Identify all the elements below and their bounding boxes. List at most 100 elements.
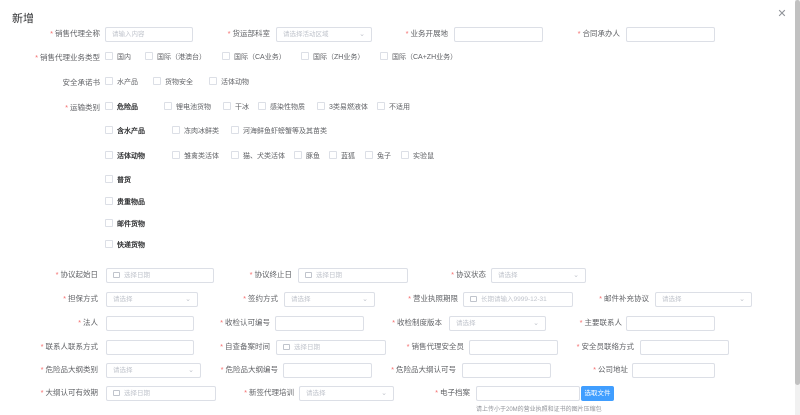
outline-valid-date[interactable]: 选择日期 [106,386,216,401]
safety-commitment-label: 安全承诺书 [62,78,101,87]
guarantee-label: * 担保方式 [63,294,98,303]
transport-dangerous[interactable]: 危险品 [105,102,138,114]
dangerous-lithium[interactable]: 锂电池货物 [164,102,211,114]
agreement-status-label: * 协议状态 [451,270,486,279]
aquatic-frozen-meat[interactable]: 冻肉冰鲜类 [172,126,219,138]
mail-supplement-label: * 邮件补充协议 [599,294,649,303]
dg-cert-label: * 危险品大纲认可号 [391,365,456,374]
chevron-down-icon: ⌄ [185,296,191,303]
dangerous-flammable[interactable]: 3类易燃液体 [317,102,368,114]
agreement-end-date[interactable]: 选择日期 [298,268,408,283]
live-cats-dogs[interactable]: 猫、犬类活体 [231,151,285,163]
agreement-start-label: * 协议起始日 [55,270,98,279]
scrollbar-thumb[interactable] [795,0,800,385]
calendar-icon [113,272,120,278]
sign-method-select[interactable]: 请选择 ⌄ [284,292,375,307]
aquatic-seafood[interactable]: 河海鲜鱼虾螃蟹等及其苗类 [231,126,327,138]
legal-person-input[interactable] [106,316,194,331]
sign-method-label: * 签约方式 [243,294,278,303]
e-archive-label: * 电子档案 [435,388,470,397]
training-select[interactable]: 请选择 ⌄ [299,386,394,401]
dangerous-infectious[interactable]: 感染性物质 [258,102,305,114]
transport-aquatic[interactable]: 含水产品 [105,126,145,138]
choose-file-button[interactable]: 选取文件 [581,386,614,401]
mail-supplement-select[interactable]: 请选择 ⌄ [655,292,752,307]
scrollbar[interactable] [795,0,800,415]
dialog-title: 新增 [12,13,34,25]
live-guinea-pig[interactable]: 豚鱼 [294,151,320,163]
safety-contact-label: * 安全员联络方式 [576,342,634,351]
chevron-down-icon: ⌄ [533,320,539,327]
dg-no-input[interactable] [283,363,372,378]
main-contact-label: * 主要联系人 [579,318,622,327]
self-check-time-label: * 自查备案时间 [220,342,270,351]
live-rabbit[interactable]: 兔子 [365,151,391,163]
license-period-label: * 营业执照期限 [408,294,458,303]
live-poultry[interactable]: 雏禽类活体 [172,151,219,163]
transport-express[interactable]: 快递货物 [105,240,145,252]
chevron-down-icon: ⌄ [739,296,745,303]
live-lab-mouse[interactable]: 实验鼠 [401,151,434,163]
business-area-input[interactable] [454,27,543,42]
calendar-icon [113,390,120,396]
cert-no-input[interactable] [275,316,364,331]
freight-dept-label: * 货运部科室 [227,29,270,38]
chevron-down-icon: ⌄ [362,296,368,303]
dg-category-select[interactable]: 请选择 ⌄ [106,363,201,378]
transport-mail[interactable]: 邮件货物 [105,219,145,231]
dg-category-label: * 危险品大纲类别 [40,365,98,374]
safety-contact-input[interactable] [640,340,729,355]
business-type-hkmt[interactable]: 国际（港澳台） [145,52,206,64]
commitment-aquatic[interactable]: 水产品 [105,77,138,89]
license-period-date[interactable]: 长期请输入9999-12-31 [463,292,573,307]
transport-valuable[interactable]: 贵重物品 [105,197,145,209]
address-label: * 公司地址 [593,365,628,374]
system-version-select[interactable]: 请选择 ⌄ [449,316,546,331]
chevron-down-icon: ⌄ [188,367,194,374]
main-contact-input[interactable] [626,316,715,331]
cert-no-label: * 收检认可编号 [220,318,270,327]
commitment-live[interactable]: 活体动物 [209,77,249,89]
close-icon[interactable]: ✕ [776,8,788,20]
chevron-down-icon: ⌄ [573,272,579,279]
full-name-input[interactable]: 请输入内容 [105,27,193,42]
business-type-ca[interactable]: 国际（CA业务） [222,52,286,64]
training-label: * 新签代理培训 [244,388,294,397]
freight-dept-select[interactable]: 请选择活动区域 ⌄ [276,27,372,42]
live-blue-fox[interactable]: 蓝狐 [329,151,355,163]
chevron-down-icon: ⌄ [381,390,387,397]
business-area-label: * 业务开展地 [405,29,448,38]
contact-method-input[interactable] [106,340,194,355]
agreement-status-select[interactable]: 请选择 ⌄ [491,268,586,283]
commitment-cargo[interactable]: 货物安全 [153,77,193,89]
contract-undertaker-label: * 合同承办人 [577,29,620,38]
calendar-icon [283,344,290,350]
dg-no-label: * 危险品大纲编号 [220,365,278,374]
full-name-label: * 销售代理全称 [50,29,100,38]
transport-general[interactable]: 普货 [105,175,131,187]
e-archive-file-input[interactable] [476,386,580,401]
calendar-icon [470,296,477,302]
safety-officer-label: * 销售代理安全员 [406,342,464,351]
chevron-down-icon: ⌄ [359,31,365,38]
system-version-label: * 收检制度版本 [392,318,442,327]
business-type-label: * 销售代理业务类型 [35,53,100,62]
upload-hint: 请上传小于20M的营业执照和证书的图片压缩包 [476,407,602,413]
safety-officer-input[interactable] [469,340,558,355]
transport-label: * 运输类别 [65,103,100,112]
outline-valid-label: * 大纲认可有效期 [40,388,98,397]
dangerous-dry-ice[interactable]: 干冰 [223,102,249,114]
address-input[interactable] [632,363,715,378]
self-check-time-date[interactable]: 选择日期 [276,340,386,355]
contact-method-label: * 联系人联系方式 [40,342,98,351]
agreement-start-date[interactable]: 选择日期 [106,268,214,283]
business-type-zh[interactable]: 国际（ZH业务） [301,52,364,64]
business-type-domestic[interactable]: 国内 [105,52,131,64]
transport-live[interactable]: 活体动物 [105,151,145,163]
business-type-ca-zh[interactable]: 国际（CA+ZH业务） [380,52,457,64]
dangerous-na[interactable]: 不适用 [377,102,410,114]
dg-cert-input[interactable] [462,363,551,378]
agreement-end-label: * 协议终止日 [249,270,292,279]
guarantee-select[interactable]: 请选择 ⌄ [106,292,198,307]
contract-undertaker-input[interactable] [626,27,715,42]
